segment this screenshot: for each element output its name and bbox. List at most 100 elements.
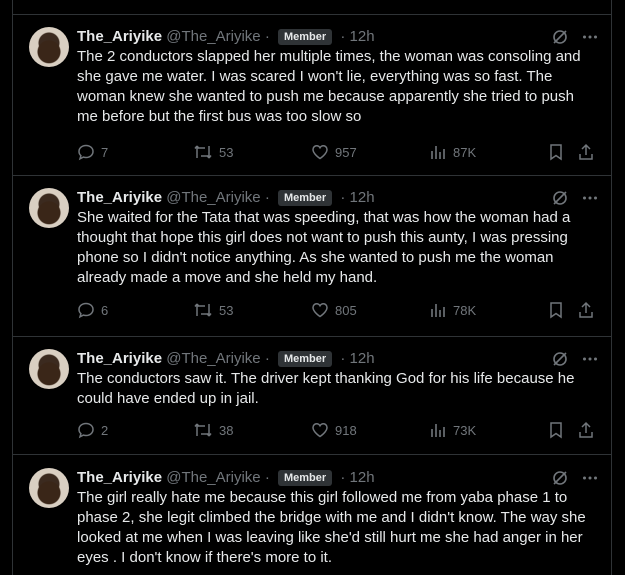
repost-icon	[194, 423, 212, 437]
views-icon	[431, 146, 445, 159]
like-count: 957	[335, 144, 357, 160]
bookmark-button[interactable]	[547, 142, 565, 162]
reply-count: 6	[101, 302, 109, 318]
tweet[interactable]: The_Ariyike @The_Ariyike · Member · 12h …	[13, 337, 611, 455]
bookmark-icon	[550, 144, 562, 161]
reply-button[interactable]: 7	[77, 142, 108, 162]
tweet-actions: 6 53 805 78K	[77, 300, 599, 320]
tweet[interactable]: The_Ariyike @The_Ariyike · Member · 12h …	[13, 176, 611, 337]
share-icon	[579, 301, 593, 318]
heart-icon	[312, 423, 328, 438]
more-icon[interactable]	[581, 189, 599, 207]
display-name[interactable]: The_Ariyike	[77, 28, 162, 45]
previous-tweet-edge: ···	[13, 0, 611, 15]
separator: ·	[340, 350, 346, 367]
separator: ·	[264, 469, 270, 486]
grok-icon[interactable]	[551, 189, 569, 207]
grok-icon[interactable]	[551, 469, 569, 487]
repost-count: 38	[219, 422, 234, 438]
user-handle[interactable]: @The_Ariyike	[166, 189, 260, 206]
tweet[interactable]: The_Ariyike @The_Ariyike · Member · 12h …	[13, 456, 611, 575]
views-button[interactable]: 73K	[429, 420, 476, 440]
avatar[interactable]	[29, 188, 69, 228]
view-count: 73K	[453, 422, 477, 438]
like-button[interactable]: 957	[311, 142, 357, 162]
tweet-header: The_Ariyike @The_Ariyike · Member · 12h	[77, 468, 599, 488]
member-badge[interactable]: Member	[278, 470, 333, 486]
display-name[interactable]: The_Ariyike	[77, 469, 162, 486]
repost-button[interactable]: 53	[193, 142, 233, 162]
like-count: 918	[335, 422, 357, 438]
user-handle[interactable]: @The_Ariyike	[166, 28, 260, 45]
reply-button[interactable]: 6	[77, 300, 108, 320]
more-icon[interactable]: ···	[578, 0, 597, 8]
tweet-header: The_Ariyike @The_Ariyike · Member · 12h	[77, 349, 599, 369]
member-badge[interactable]: Member	[278, 29, 333, 45]
tweet-text: The 2 conductors slapped her multiple ti…	[77, 48, 581, 125]
views-icon	[431, 424, 445, 437]
tweet-actions: 2 38 918 73K	[77, 420, 599, 440]
tweet-actions: 7 53 957 87K	[77, 142, 599, 162]
timestamp[interactable]: 12h	[350, 469, 375, 486]
tweet-text: She waited for the Tata that was speedin…	[77, 209, 571, 286]
tweet[interactable]: The_Ariyike @The_Ariyike · Member · 12h …	[13, 15, 611, 176]
repost-icon	[194, 145, 212, 159]
bookmark-icon	[550, 302, 562, 319]
like-count: 805	[335, 302, 357, 318]
bookmark-button[interactable]	[547, 420, 565, 440]
repost-button[interactable]: 38	[193, 420, 233, 440]
share-icon	[579, 421, 593, 438]
timestamp[interactable]: 12h	[350, 350, 375, 367]
share-icon	[579, 143, 593, 160]
avatar[interactable]	[29, 27, 69, 67]
bookmark-icon	[550, 422, 562, 439]
separator: ·	[264, 350, 270, 367]
share-button[interactable]	[577, 420, 595, 440]
separator: ·	[340, 469, 346, 486]
view-count: 78K	[453, 302, 477, 318]
reply-button[interactable]: 2	[77, 420, 108, 440]
user-handle[interactable]: @The_Ariyike	[166, 350, 260, 367]
more-icon[interactable]	[581, 28, 599, 46]
reply-count: 2	[101, 422, 109, 438]
repost-count: 53	[219, 302, 234, 318]
repost-button[interactable]: 53	[193, 300, 233, 320]
reply-icon	[78, 302, 94, 319]
timestamp[interactable]: 12h	[350, 28, 375, 45]
timestamp[interactable]: 12h	[350, 189, 375, 206]
tweet-text: The conductors saw it. The driver kept t…	[77, 370, 575, 407]
separator: ·	[340, 189, 346, 206]
tweet-header: The_Ariyike @The_Ariyike · Member · 12h	[77, 27, 599, 47]
member-badge[interactable]: Member	[278, 351, 333, 367]
view-count: 87K	[453, 144, 477, 160]
display-name[interactable]: The_Ariyike	[77, 189, 162, 206]
like-button[interactable]: 805	[311, 300, 357, 320]
member-badge[interactable]: Member	[278, 190, 333, 206]
views-button[interactable]: 87K	[429, 142, 476, 162]
reply-count: 7	[101, 144, 109, 160]
bookmark-button[interactable]	[547, 300, 565, 320]
grok-icon[interactable]	[551, 350, 569, 368]
views-icon	[431, 304, 445, 317]
repost-count: 53	[219, 144, 234, 160]
avatar[interactable]	[29, 349, 69, 389]
tweet-header: The_Ariyike @The_Ariyike · Member · 12h	[77, 188, 599, 208]
avatar[interactable]	[29, 468, 69, 508]
views-button[interactable]: 78K	[429, 300, 476, 320]
share-button[interactable]	[577, 142, 595, 162]
repost-icon	[194, 303, 212, 317]
reply-icon	[78, 144, 94, 161]
user-handle[interactable]: @The_Ariyike	[166, 469, 260, 486]
separator: ·	[264, 28, 270, 45]
heart-icon	[312, 303, 328, 318]
heart-icon	[312, 145, 328, 160]
separator: ·	[340, 28, 346, 45]
more-icon[interactable]	[581, 469, 599, 487]
more-icon[interactable]	[581, 350, 599, 368]
tweet-text: The girl really hate me because this gir…	[77, 489, 586, 566]
separator: ·	[264, 189, 270, 206]
like-button[interactable]: 918	[311, 420, 357, 440]
share-button[interactable]	[577, 300, 595, 320]
display-name[interactable]: The_Ariyike	[77, 350, 162, 367]
grok-icon[interactable]	[551, 28, 569, 46]
